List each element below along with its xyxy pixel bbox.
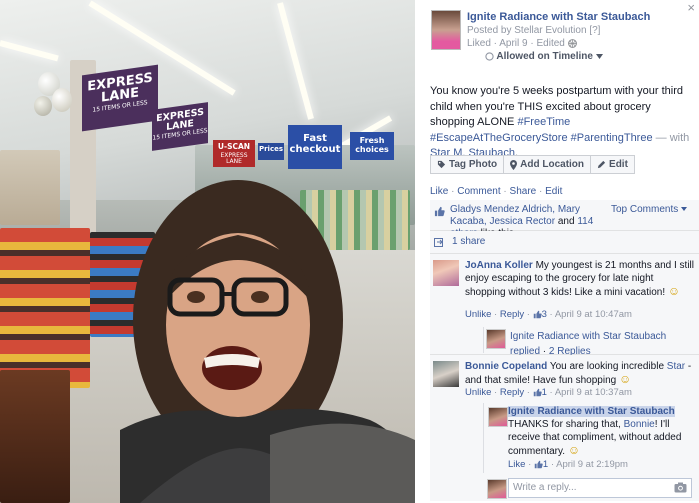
chevron-down-icon <box>595 53 603 59</box>
hashtag-link[interactable]: #FreeTime <box>517 116 570 128</box>
help-link[interactable]: [?] <box>589 25 600 36</box>
selfie-person <box>120 180 415 503</box>
unlike-link[interactable]: Unlike <box>465 387 491 398</box>
candy-box <box>0 370 70 503</box>
mention-link[interactable]: Bonnie <box>624 419 655 430</box>
add-location-button[interactable]: Add Location <box>504 155 592 174</box>
u-scan-sign: U-SCAN EXPRESS LANE <box>213 140 255 167</box>
liked-label: Liked <box>467 38 491 49</box>
like-link[interactable]: Like <box>430 186 448 197</box>
top-comments-dropdown[interactable]: Top Comments <box>611 204 688 215</box>
edit-button[interactable]: Edit <box>591 155 635 174</box>
comment-like-count[interactable]: 3 <box>542 309 547 320</box>
edited-link[interactable]: Edited <box>537 38 565 49</box>
commenter-avatar[interactable] <box>433 361 459 387</box>
express-lane-sign: EXPRESS LANE 15 ITEMS OR LESS <box>152 102 208 151</box>
timeline-setting[interactable]: Allowed on Timeline <box>485 51 603 62</box>
hashtag-link[interactable]: #EscapeAtTheGroceryStore <box>430 132 568 144</box>
comment: JoAnna Koller My youngest is 21 months a… <box>430 254 699 357</box>
fresh-choices-sign: Fresh choices <box>350 132 394 160</box>
post-sidebar: × Ignite Radiance with Star Staubach Pos… <box>415 0 699 503</box>
reply-author[interactable]: Ignite Radiance with Star Staubach <box>508 406 675 417</box>
posted-by-link[interactable]: Stellar Evolution <box>514 25 586 36</box>
hashtag-link[interactable]: #ParentingThree <box>571 132 653 144</box>
page-avatar-small <box>487 479 507 499</box>
smiley-emoji: ☺ <box>667 284 681 298</box>
balloon <box>34 96 52 116</box>
commenter-name[interactable]: Bonnie Copeland <box>465 361 547 372</box>
photo-toolbar: Tag Photo Add Location Edit <box>430 155 635 174</box>
commenter-avatar[interactable] <box>433 260 459 286</box>
edit-link[interactable]: Edit <box>545 186 562 197</box>
reply-author[interactable]: Ignite Radiance with Star Staubach <box>510 331 666 342</box>
radio-icon <box>485 52 494 61</box>
page-avatar-small <box>486 329 506 349</box>
shares-row: 1 share <box>430 231 699 254</box>
smiley-emoji: ☺ <box>567 443 581 457</box>
fast-checkout-sign: Fast checkout <box>288 125 342 169</box>
comment: Bonnie Copeland You are looking incredib… <box>430 355 699 403</box>
comment-time[interactable]: April 9 at 10:37am <box>555 387 632 398</box>
post-text: You know you're 5 weeks postpartum with … <box>430 85 690 159</box>
pencil-icon <box>597 160 606 169</box>
comment-time[interactable]: April 9 at 10:47am <box>555 309 632 320</box>
post-date[interactable]: April 9 <box>499 38 527 49</box>
unlike-link[interactable]: Unlike <box>465 309 491 320</box>
tag-photo-button[interactable]: Tag Photo <box>430 155 505 174</box>
chevron-down-icon <box>681 207 688 212</box>
express-lane-sign: EXPRESS LANE 15 ITEMS OR LESS <box>82 64 158 132</box>
likes-row: Gladys Mendez Aldrich, Mary Kacaba, Jess… <box>430 200 699 239</box>
page-avatar[interactable] <box>431 10 461 50</box>
location-pin-icon <box>510 159 518 170</box>
close-icon[interactable]: × <box>687 0 695 15</box>
like-link[interactable]: Like <box>508 459 525 470</box>
thumbs-up-icon <box>533 310 542 319</box>
thumbs-up-icon <box>434 206 445 217</box>
reply-input[interactable]: Write a reply... <box>508 478 692 498</box>
feedback-section: Gladys Mendez Aldrich, Mary Kacaba, Jess… <box>430 200 699 501</box>
comment-link[interactable]: Comment <box>457 186 500 197</box>
prices-sign: Prices <box>258 143 284 160</box>
smiley-emoji: ☺ <box>619 372 632 386</box>
commenter-name[interactable]: JoAnna Koller <box>465 260 533 271</box>
reply: Ignite Radiance with Star Staubach THANK… <box>430 403 699 475</box>
tag-icon <box>437 160 446 169</box>
camera-icon[interactable] <box>674 482 687 493</box>
store-wall-left <box>0 150 60 225</box>
write-reply-row: Write a reply... <box>430 475 699 501</box>
reply-link[interactable]: Reply <box>500 309 524 320</box>
shares-link[interactable]: 1 share <box>452 236 485 247</box>
page-avatar-small[interactable] <box>488 407 508 427</box>
post-meta: Posted by Stellar Evolution [?] Liked · … <box>467 25 601 49</box>
mention-link[interactable]: Star <box>667 361 685 372</box>
comment-like-count[interactable]: 1 <box>542 387 547 398</box>
globe-icon[interactable] <box>567 38 577 48</box>
post-actions: Like · Comment · Share · Edit <box>430 186 563 197</box>
balloon <box>52 88 72 112</box>
thumbs-up-icon <box>533 388 542 397</box>
snack-display <box>0 228 90 388</box>
share-icon <box>434 238 443 247</box>
share-link[interactable]: Share <box>510 186 537 197</box>
reply-link[interactable]: Reply <box>500 387 524 398</box>
thumbs-up-icon <box>534 460 543 469</box>
post-photo: EXPRESS LANE 15 ITEMS OR LESS EXPRESS LAN… <box>0 0 415 503</box>
page-name-link[interactable]: Ignite Radiance with Star Staubach <box>467 11 650 23</box>
reply-time[interactable]: April 9 at 2:19pm <box>556 459 628 470</box>
reply-like-count[interactable]: 1 <box>543 459 548 470</box>
reply-summary[interactable]: Ignite Radiance with Star Staubach repli… <box>483 327 699 357</box>
